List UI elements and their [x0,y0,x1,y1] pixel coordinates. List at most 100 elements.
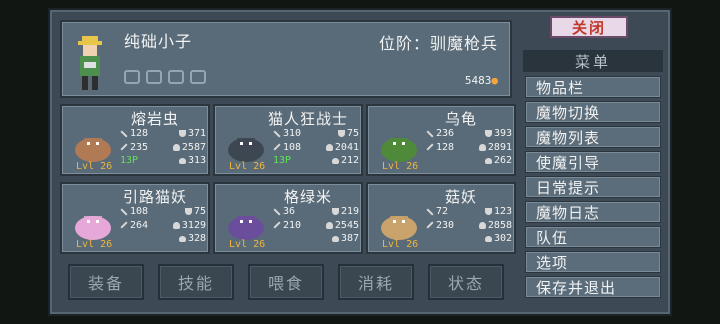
monster-level: Lvl 26 [382,239,419,250]
stat-speed: 212 [340,155,359,166]
tab-consumables[interactable]: 消耗 [338,264,414,300]
stat-attack: 72 [436,206,449,217]
speed-icon [484,235,492,242]
stat-speed: 313 [187,155,206,166]
monster-sprite [381,216,417,240]
tab-equip[interactable]: 装备 [68,264,144,300]
stat-health: 2891 [487,141,512,153]
stat-defense: 123 [493,206,512,217]
stat-health: 2587 [181,141,206,153]
tab-skills[interactable]: 技能 [158,264,234,300]
stat-attack: 108 [130,206,149,217]
monster-level: Lvl 26 [76,161,113,172]
stat-defense: 75 [193,206,206,217]
defense-icon [337,130,345,138]
stat-speed: 302 [493,233,512,244]
speed-icon [331,235,339,242]
defense-icon [178,130,186,138]
magic-icon [426,221,434,229]
monster-sprite [381,138,417,162]
badge-icon [168,70,184,84]
stat-magic: 210 [283,219,302,231]
player-rank: 位阶：驯魔枪兵 [378,34,498,53]
player-name: 纯础小子 [124,32,193,51]
menu-item-party[interactable]: 队伍 [525,226,661,248]
speed-icon [331,157,339,164]
attack-icon [120,208,128,216]
stat-speed: 262 [493,155,512,166]
coin-icon: ● [491,74,498,87]
health-icon [325,221,333,229]
menu-item-monster-log[interactable]: 魔物日志 [525,201,661,223]
monster-stats: 72 123 230 2858 302 [426,205,512,246]
tab-status[interactable]: 状态 [428,264,504,300]
menu-item-familiar-guide[interactable]: 使魔引导 [525,151,661,173]
health-icon [325,143,333,151]
monster-stats: 108 75 264 3129 328 [120,205,206,246]
menu-header: 菜单 [523,50,663,72]
stat-magic: 230 [436,219,455,231]
magic-icon [120,143,128,151]
monster-sprite [75,216,111,240]
menu-item-options[interactable]: 选项 [525,251,661,273]
stat-magic: 264 [130,219,149,231]
player-avatar [78,36,102,90]
health-icon [172,221,180,229]
badge-icon [124,70,140,84]
monster-card[interactable]: 熔岩虫 Lvl 26 128 371 235 2587 13P 313 [60,104,210,176]
monster-level: Lvl 26 [76,239,113,250]
stat-attack: 36 [283,206,296,217]
player-card: 纯础小子 位阶：驯魔枪兵 5483● [60,20,512,98]
badge-icon [146,70,162,84]
stat-skill-points [426,154,462,168]
menu-item-monster-list[interactable]: 魔物列表 [525,126,661,148]
stat-speed: 328 [187,233,206,244]
defense-icon [484,208,492,216]
monster-stats: 310 75 108 2041 13P 212 [273,127,359,168]
speed-icon [178,157,186,164]
stat-speed: 387 [340,233,359,244]
stat-skill-points [426,232,462,246]
health-icon [478,221,486,229]
stat-defense: 393 [493,128,512,139]
menu-item-daily-tips[interactable]: 日常提示 [525,176,661,198]
stat-health: 3129 [181,219,206,231]
stat-magic: 108 [283,141,302,153]
monster-card[interactable]: 乌龟 Lvl 26 236 393 128 2891 262 [366,104,516,176]
magic-icon [273,143,281,151]
health-icon [478,143,486,151]
menu-item-monster-switch[interactable]: 魔物切换 [525,101,661,123]
magic-icon [426,143,434,151]
attack-icon [120,130,128,138]
attack-icon [426,130,434,138]
tab-feed[interactable]: 喂食 [248,264,324,300]
monster-stats: 128 371 235 2587 13P 313 [120,127,206,168]
close-button[interactable]: 关闭 [550,16,628,38]
stat-magic: 128 [436,141,455,153]
menu-item-save-quit[interactable]: 保存并退出 [525,276,661,298]
attack-icon [273,208,281,216]
monster-level: Lvl 26 [229,161,266,172]
monster-sprite [228,138,264,162]
gold-value: 5483 [464,74,492,87]
monster-card[interactable]: 格绿米 Lvl 26 36 219 210 2545 387 [213,182,363,254]
speed-icon [178,235,186,242]
monster-card[interactable]: 引路猫妖 Lvl 26 108 75 264 3129 328 [60,182,210,254]
stat-attack: 310 [283,128,302,139]
monster-level: Lvl 26 [229,239,266,250]
badge-icon [190,70,206,84]
monster-stats: 236 393 128 2891 262 [426,127,512,168]
monster-card[interactable]: 菇妖 Lvl 26 72 123 230 2858 302 [366,182,516,254]
stat-magic: 235 [130,141,149,153]
stat-skill-points: 13P [120,155,139,166]
stat-skill-points: 13P [273,155,292,166]
stat-defense: 371 [187,128,206,139]
magic-icon [273,221,281,229]
defense-icon [331,208,339,216]
menu-item-inventory[interactable]: 物品栏 [525,76,661,98]
defense-icon [484,130,492,138]
monster-card[interactable]: 猫人狂战士 Lvl 26 310 75 108 2041 13P 212 [213,104,363,176]
health-icon [172,143,180,151]
speed-icon [484,157,492,164]
stat-attack: 128 [130,128,149,139]
